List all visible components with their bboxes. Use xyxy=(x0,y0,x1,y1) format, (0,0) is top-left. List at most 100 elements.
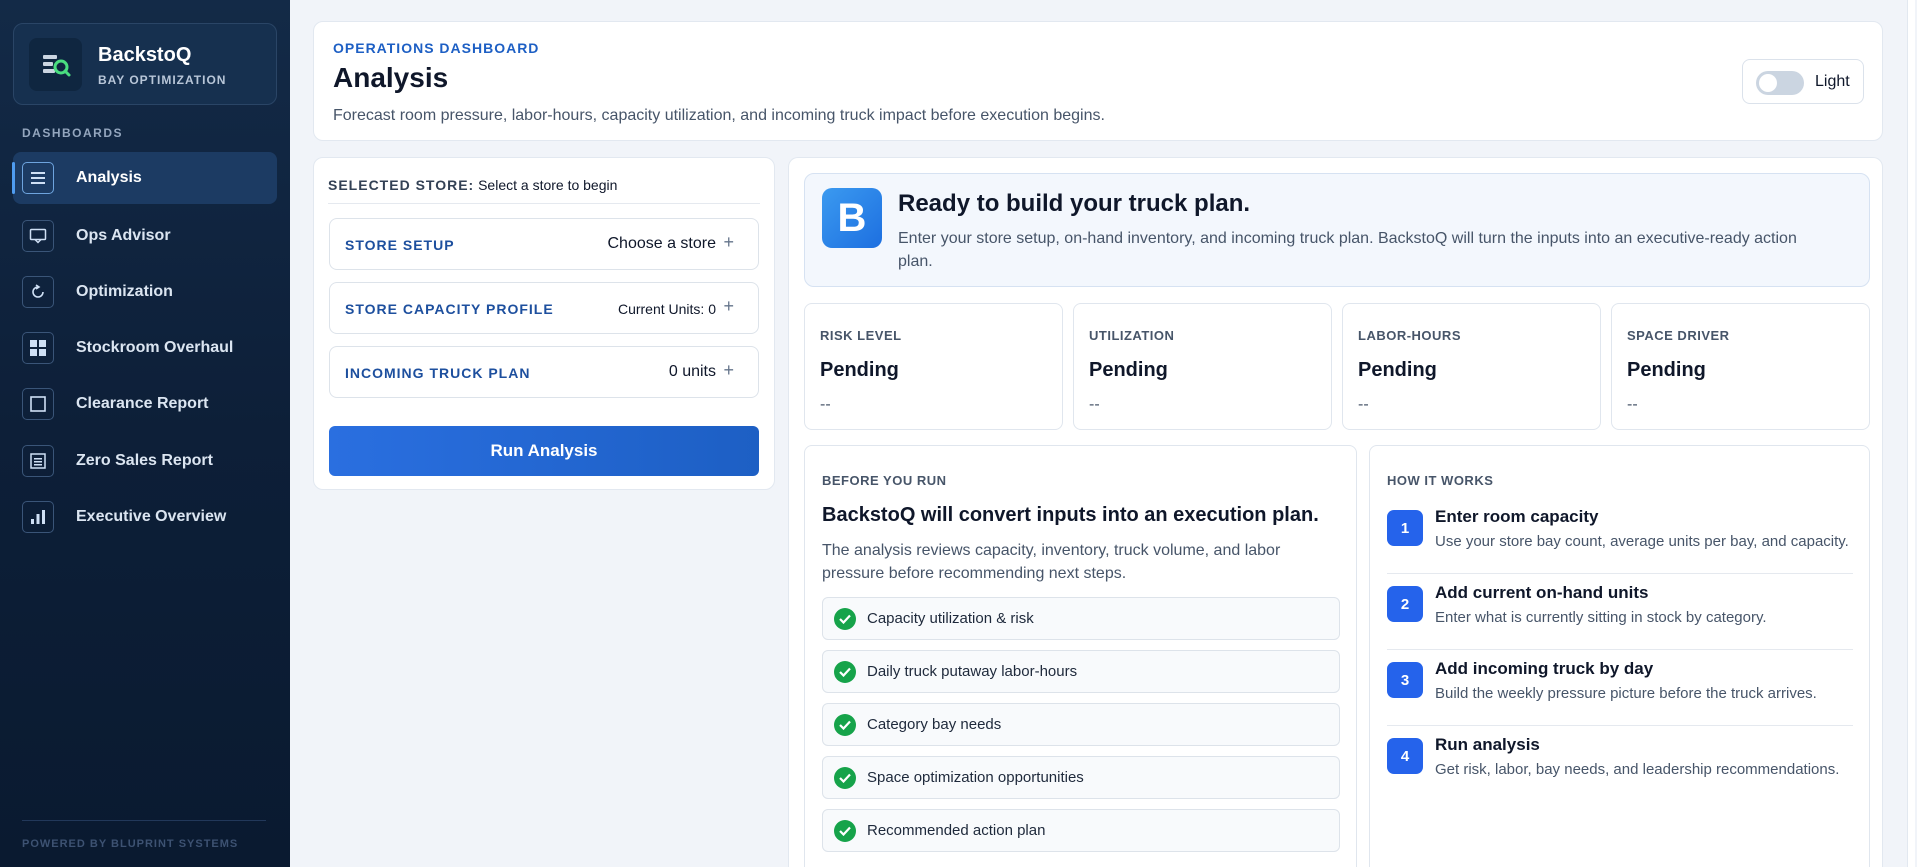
plus-icon[interactable]: + xyxy=(723,232,734,253)
step-number: 4 xyxy=(1387,738,1423,774)
metric-card-utilization: UTILIZATION Pending -- xyxy=(1073,303,1332,430)
step-item: 3 Add incoming truck by day Build the we… xyxy=(1387,650,1853,726)
brand-subtitle: BAY OPTIMIZATION xyxy=(98,73,227,87)
metric-value: Pending xyxy=(1627,359,1706,381)
check-icon xyxy=(834,714,856,736)
step-desc: Build the weekly pressure picture before… xyxy=(1435,685,1817,702)
backstoq-logo-icon xyxy=(29,38,82,91)
plus-icon[interactable]: + xyxy=(723,296,734,317)
sidebar-item-ops-advisor[interactable]: Ops Advisor xyxy=(13,210,277,262)
metric-label: UTILIZATION xyxy=(1089,328,1175,343)
store-capacity-profile-row[interactable]: STORE CAPACITY PROFILE Current Units: 0 … xyxy=(329,282,759,334)
sidebar-item-analysis[interactable]: Analysis xyxy=(12,152,277,204)
row-value: Choose a store xyxy=(607,235,716,252)
sidebar-item-zero-sales-report[interactable]: Zero Sales Report xyxy=(13,435,277,487)
incoming-truck-plan-row[interactable]: INCOMING TRUCK PLAN 0 units + xyxy=(329,346,759,398)
sidebar-item-label: Stockroom Overhaul xyxy=(76,339,234,356)
list-icon xyxy=(22,445,54,477)
list-item: Space optimization opportunities xyxy=(822,756,1340,799)
check-icon xyxy=(834,661,856,683)
row-value: 0 units xyxy=(668,363,716,380)
check-icon xyxy=(834,767,856,789)
sidebar-item-optimization[interactable]: Optimization xyxy=(13,266,277,318)
before-you-run-card: BEFORE YOU RUN BackstoQ will convert inp… xyxy=(804,445,1357,867)
sidebar-item-stockroom-overhaul[interactable]: Stockroom Overhaul xyxy=(13,322,277,374)
page-header: OPERATIONS DASHBOARD Analysis Forecast r… xyxy=(313,21,1883,141)
row-label: STORE CAPACITY PROFILE xyxy=(345,301,554,317)
sidebar-item-label: Ops Advisor xyxy=(76,227,171,244)
refresh-icon xyxy=(22,276,54,308)
bar-chart-icon xyxy=(22,501,54,533)
metric-card-space-driver: SPACE DRIVER Pending -- xyxy=(1611,303,1870,430)
step-title: Add incoming truck by day xyxy=(1435,659,1654,678)
selected-store: SELECTED STORE: Select a store to begin xyxy=(328,177,617,193)
plus-icon[interactable]: + xyxy=(723,360,734,381)
check-label: Category bay needs xyxy=(867,716,1002,733)
header-eyebrow: OPERATIONS DASHBOARD xyxy=(333,40,540,56)
step-number: 3 xyxy=(1387,662,1423,698)
metric-value: Pending xyxy=(820,359,899,381)
sidebar-item-label: Analysis xyxy=(76,169,142,186)
sidebar-item-clearance-report[interactable]: Clearance Report xyxy=(13,378,277,430)
step-number: 2 xyxy=(1387,586,1423,622)
list-item: Capacity utilization & risk xyxy=(822,597,1340,640)
step-item: 4 Run analysis Get risk, labor, bay need… xyxy=(1387,726,1853,802)
run-analysis-button[interactable]: Run Analysis xyxy=(329,426,759,476)
sidebar-item-label: Zero Sales Report xyxy=(76,452,213,469)
section-text: The analysis reviews capacity, inventory… xyxy=(822,542,1281,582)
step-desc: Enter what is currently sitting in stock… xyxy=(1435,609,1767,626)
metric-sub: -- xyxy=(820,396,831,413)
metric-value: Pending xyxy=(1358,359,1437,381)
check-label: Daily truck putaway labor-hours xyxy=(867,663,1078,680)
row-value: Current Units: 0 xyxy=(617,301,716,317)
main-panel: B Ready to build your truck plan. Enter … xyxy=(788,157,1883,867)
nav-heading: DASHBOARDS xyxy=(22,126,124,140)
step-title: Enter room capacity xyxy=(1435,507,1599,526)
step-desc: Use your store bay count, average units … xyxy=(1435,533,1849,550)
chat-icon xyxy=(22,220,54,252)
sidebar-divider xyxy=(22,820,266,821)
metric-sub: -- xyxy=(1627,396,1638,413)
check-icon xyxy=(834,608,856,630)
check-icon xyxy=(834,820,856,842)
theme-switch[interactable] xyxy=(1756,71,1804,95)
metric-label: RISK LEVEL xyxy=(820,328,902,343)
brand-card[interactable]: BackstoQ BAY OPTIMIZATION xyxy=(13,23,277,105)
section-title: BackstoQ will convert inputs into an exe… xyxy=(822,504,1319,526)
check-label: Recommended action plan xyxy=(867,822,1046,839)
hero-banner: B Ready to build your truck plan. Enter … xyxy=(804,173,1870,287)
theme-label: Light xyxy=(1815,73,1850,90)
metric-sub: -- xyxy=(1358,396,1369,413)
step-title: Run analysis xyxy=(1435,735,1540,754)
metric-card-risk-level: RISK LEVEL Pending -- xyxy=(804,303,1063,430)
step-desc: Get risk, labor, bay needs, and leadersh… xyxy=(1435,761,1840,778)
hero-title: Ready to build your truck plan. xyxy=(898,190,1251,217)
list-item: Category bay needs xyxy=(822,703,1340,746)
store-panel: SELECTED STORE: Select a store to begin … xyxy=(313,157,775,490)
theme-toggle[interactable]: Light xyxy=(1742,59,1864,104)
row-label: STORE SETUP xyxy=(345,237,455,253)
metric-card-labor-hours: LABOR-HOURS Pending -- xyxy=(1342,303,1601,430)
page-subtitle: Forecast room pressure, labor-hours, cap… xyxy=(333,107,1105,124)
divider xyxy=(328,203,760,204)
metric-value: Pending xyxy=(1089,359,1168,381)
brand-name: BackstoQ xyxy=(98,44,192,66)
scrollbar-thumb[interactable] xyxy=(1907,0,1915,867)
metric-sub: -- xyxy=(1089,396,1100,413)
list-item: Recommended action plan xyxy=(822,809,1340,852)
sidebar-item-executive-overview[interactable]: Executive Overview xyxy=(13,491,277,543)
check-label: Capacity utilization & risk xyxy=(867,610,1034,627)
section-eyebrow: BEFORE YOU RUN xyxy=(822,473,947,488)
step-number: 1 xyxy=(1387,510,1423,546)
sidebar: BackstoQ BAY OPTIMIZATION DASHBOARDS Ana… xyxy=(0,0,290,867)
row-label: INCOMING TRUCK PLAN xyxy=(345,365,531,381)
hero-text: Enter your store setup, on-hand inventor… xyxy=(898,230,1797,270)
sidebar-footer: POWERED BY BLUPRINT SYSTEMS xyxy=(22,838,239,850)
metric-label: LABOR-HOURS xyxy=(1358,328,1461,343)
page-title: Analysis xyxy=(333,62,449,93)
menu-icon xyxy=(22,162,54,194)
page-scrollbar[interactable] xyxy=(1905,0,1917,867)
sidebar-item-label: Executive Overview xyxy=(76,508,227,525)
store-setup-row[interactable]: STORE SETUP Choose a store + xyxy=(329,218,759,270)
list-item: Daily truck putaway labor-hours xyxy=(822,650,1340,693)
